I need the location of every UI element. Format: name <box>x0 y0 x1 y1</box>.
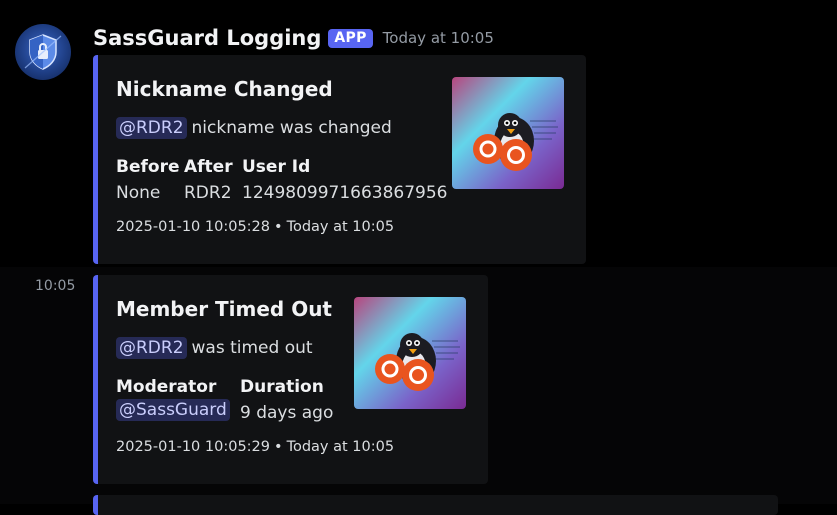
embed-next <box>93 495 778 515</box>
field-value: RDR2 <box>184 183 232 203</box>
moderator-mention[interactable]: @SassGuard <box>116 399 230 421</box>
field-name: After <box>184 157 233 177</box>
field-name: User Id <box>242 157 311 177</box>
field-user-id: User Id 1249809971663867956 <box>242 157 448 203</box>
field-before: Before None <box>116 157 179 203</box>
embed-thumbnail[interactable] <box>354 297 466 409</box>
embed-title: Member Timed Out <box>116 297 332 321</box>
footer-separator: • <box>274 219 283 235</box>
field-value: None <box>116 183 161 203</box>
embed-description-text: nickname was changed <box>191 118 392 138</box>
embed-thumbnail[interactable] <box>452 77 564 189</box>
app-badge: APP <box>328 28 373 48</box>
penguin-ubuntu-icon <box>452 77 564 189</box>
field-name: Moderator <box>116 377 217 397</box>
user-mention[interactable]: @RDR2 <box>116 117 187 139</box>
message-header: SassGuard Logging APP Today at 10:05 <box>93 22 494 54</box>
footer-time: Today at 10:05 <box>286 219 395 235</box>
field-after: After RDR2 <box>184 157 233 203</box>
embed-footer: 2025-01-10 10:05:29 • Today at 10:05 <box>116 439 394 455</box>
message-timestamp[interactable]: Today at 10:05 <box>383 29 494 47</box>
footer-time: Today at 10:05 <box>286 439 395 455</box>
penguin-ubuntu-icon <box>354 297 466 409</box>
footer-date: 2025-01-10 10:05:29 <box>116 439 270 455</box>
field-name: Duration <box>240 377 324 397</box>
embed-nickname-changed: Nickname Changed @RDR2 nickname was chan… <box>93 55 586 264</box>
embed-footer: 2025-01-10 10:05:28 • Today at 10:05 <box>116 219 394 235</box>
embed-title: Nickname Changed <box>116 77 333 101</box>
embed-member-timed-out: Member Timed Out @RDR2 was timed out Mod… <box>93 275 488 484</box>
embed-description: @RDR2 nickname was changed <box>116 117 392 139</box>
field-name: Before <box>116 157 180 177</box>
embed-description-text: was timed out <box>191 338 313 358</box>
field-moderator: Moderator @SassGuard <box>116 377 230 421</box>
side-timestamp[interactable]: 10:05 <box>35 278 75 294</box>
field-duration: Duration 9 days ago <box>240 377 333 423</box>
footer-separator: • <box>274 439 283 455</box>
bot-avatar[interactable] <box>15 24 71 80</box>
user-mention[interactable]: @RDR2 <box>116 337 187 359</box>
shield-icon <box>24 34 62 70</box>
field-value: @SassGuard <box>116 399 230 421</box>
author-name[interactable]: SassGuard Logging <box>93 26 321 50</box>
field-value: 1249809971663867956 <box>242 183 448 203</box>
footer-date: 2025-01-10 10:05:28 <box>116 219 270 235</box>
embed-description: @RDR2 was timed out <box>116 337 313 359</box>
field-value: 9 days ago <box>240 403 334 423</box>
